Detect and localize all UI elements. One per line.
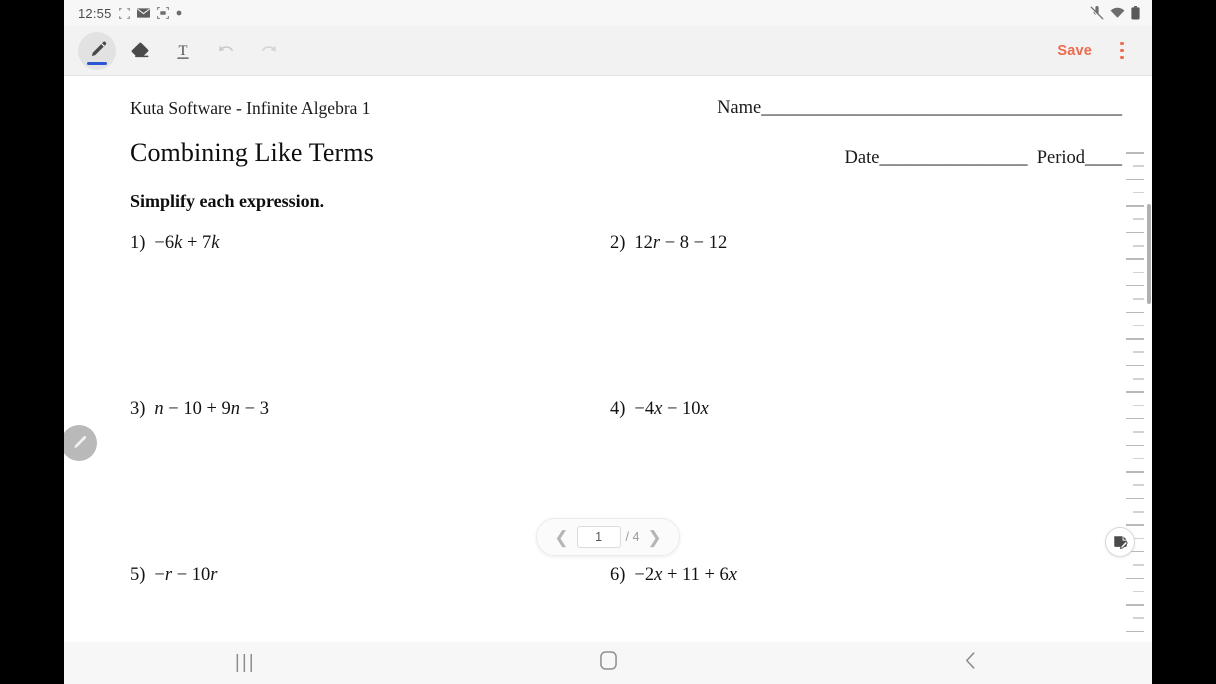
date-field-rule: ________________	[879, 148, 1028, 168]
active-tool-indicator	[87, 62, 107, 65]
period-field-label: Period	[1036, 148, 1085, 168]
problem-item: 6) −2x + 11 + 6x	[610, 566, 737, 585]
page-total-label: / 4	[625, 530, 640, 544]
instructions-line: Simplify each expression.	[130, 191, 325, 211]
toolbar-right-group: Save	[1047, 32, 1142, 70]
mail-icon	[136, 8, 150, 18]
page-title: Combining Like Terms	[130, 138, 374, 167]
battery-icon	[1131, 6, 1140, 20]
recents-icon: |||	[234, 652, 256, 673]
eraser-tool[interactable]	[121, 32, 159, 70]
problem-expression: 12r − 8 − 12	[634, 233, 728, 253]
date-field-label: Date	[844, 148, 880, 168]
editor-toolbar: T Save	[64, 26, 1152, 76]
problem-list: 1) −6k + 7k 2) 12r − 8 − 12 3) n − 10 + 9n − …	[64, 234, 1152, 642]
letterbox-right	[1152, 0, 1216, 684]
back-button[interactable]	[789, 642, 1152, 684]
chevron-right-icon[interactable]: ❯	[644, 525, 664, 549]
dnd-icon	[118, 7, 130, 19]
name-field: Name____________________________________…	[717, 98, 1122, 119]
problem-row: 5) −r − 10r 6) −2x + 11 + 6x	[64, 566, 1152, 642]
problem-expression: n − 10 + 9n − 3	[154, 399, 269, 419]
screenshot-icon	[156, 7, 169, 19]
home-icon	[599, 651, 617, 675]
wifi-icon	[1110, 7, 1125, 19]
mute-icon	[1090, 6, 1104, 20]
status-clock: 12:55	[78, 5, 112, 21]
page-number-input[interactable]	[576, 526, 621, 548]
page-navigator: ❮ / 4 ❯	[536, 518, 680, 556]
problem-expression: −2x + 11 + 6x	[634, 565, 737, 585]
more-vertical-icon[interactable]	[1106, 32, 1138, 70]
problem-number: 4)	[610, 399, 626, 419]
problem-expression: −r − 10r	[154, 565, 218, 585]
problem-number: 2)	[610, 233, 626, 253]
redo-tool[interactable]	[250, 32, 288, 70]
status-bar-right	[1090, 6, 1140, 20]
problem-expression: −6k + 7k	[154, 233, 220, 253]
save-button[interactable]: Save	[1047, 37, 1102, 65]
name-field-rule: _______________________________________	[761, 98, 1122, 118]
worksheet-header: Kuta Software - Infinite Algebra 1 Name_…	[130, 98, 1122, 119]
dot-icon	[176, 10, 182, 16]
period-field-rule: ____	[1085, 148, 1122, 168]
problem-item: 5) −r − 10r	[130, 566, 217, 585]
problem-item: 3) n − 10 + 9n − 3	[130, 400, 269, 419]
problem-item: 2) 12r − 8 − 12	[610, 234, 727, 253]
problem-number: 3)	[130, 399, 146, 419]
chevron-left-icon[interactable]: ❮	[552, 525, 572, 549]
letterbox-left	[0, 0, 64, 684]
vertical-scrollbar-track[interactable]	[1147, 80, 1152, 636]
problem-number: 5)	[130, 565, 146, 585]
pen-tool[interactable]	[78, 31, 116, 70]
document-viewport[interactable]: Kuta Software - Infinite Algebra 1 Name_…	[64, 76, 1152, 642]
device-screen: 12:55 T Save Kuta Software - Infinite Al…	[64, 0, 1152, 684]
status-bar: 12:55	[64, 0, 1152, 26]
problem-row: 1) −6k + 7k 2) 12r − 8 − 12	[64, 234, 1152, 400]
android-navigation-bar: |||	[64, 642, 1152, 684]
name-field-label: Name	[717, 98, 762, 118]
publisher-line: Kuta Software - Infinite Algebra 1	[130, 98, 371, 118]
annotate-icon[interactable]	[1105, 527, 1135, 557]
problem-expression: −4x − 10x	[634, 399, 709, 419]
vertical-scrollbar[interactable]	[1147, 204, 1151, 304]
undo-tool[interactable]	[207, 32, 245, 70]
problem-number: 6)	[610, 565, 626, 585]
text-tool[interactable]: T	[164, 32, 202, 70]
date-period-fields: Date________________ Period____	[845, 148, 1123, 169]
home-button[interactable]	[427, 642, 790, 684]
back-chevron-icon	[964, 651, 977, 675]
svg-text:T: T	[179, 43, 188, 59]
status-bar-left: 12:55	[78, 6, 182, 21]
problem-item: 4) −4x − 10x	[610, 400, 709, 419]
problem-number: 1)	[130, 233, 146, 253]
problem-item: 1) −6k + 7k	[130, 234, 219, 253]
worksheet-page: Kuta Software - Infinite Algebra 1 Name_…	[64, 76, 1152, 642]
recents-button[interactable]: |||	[64, 642, 427, 684]
